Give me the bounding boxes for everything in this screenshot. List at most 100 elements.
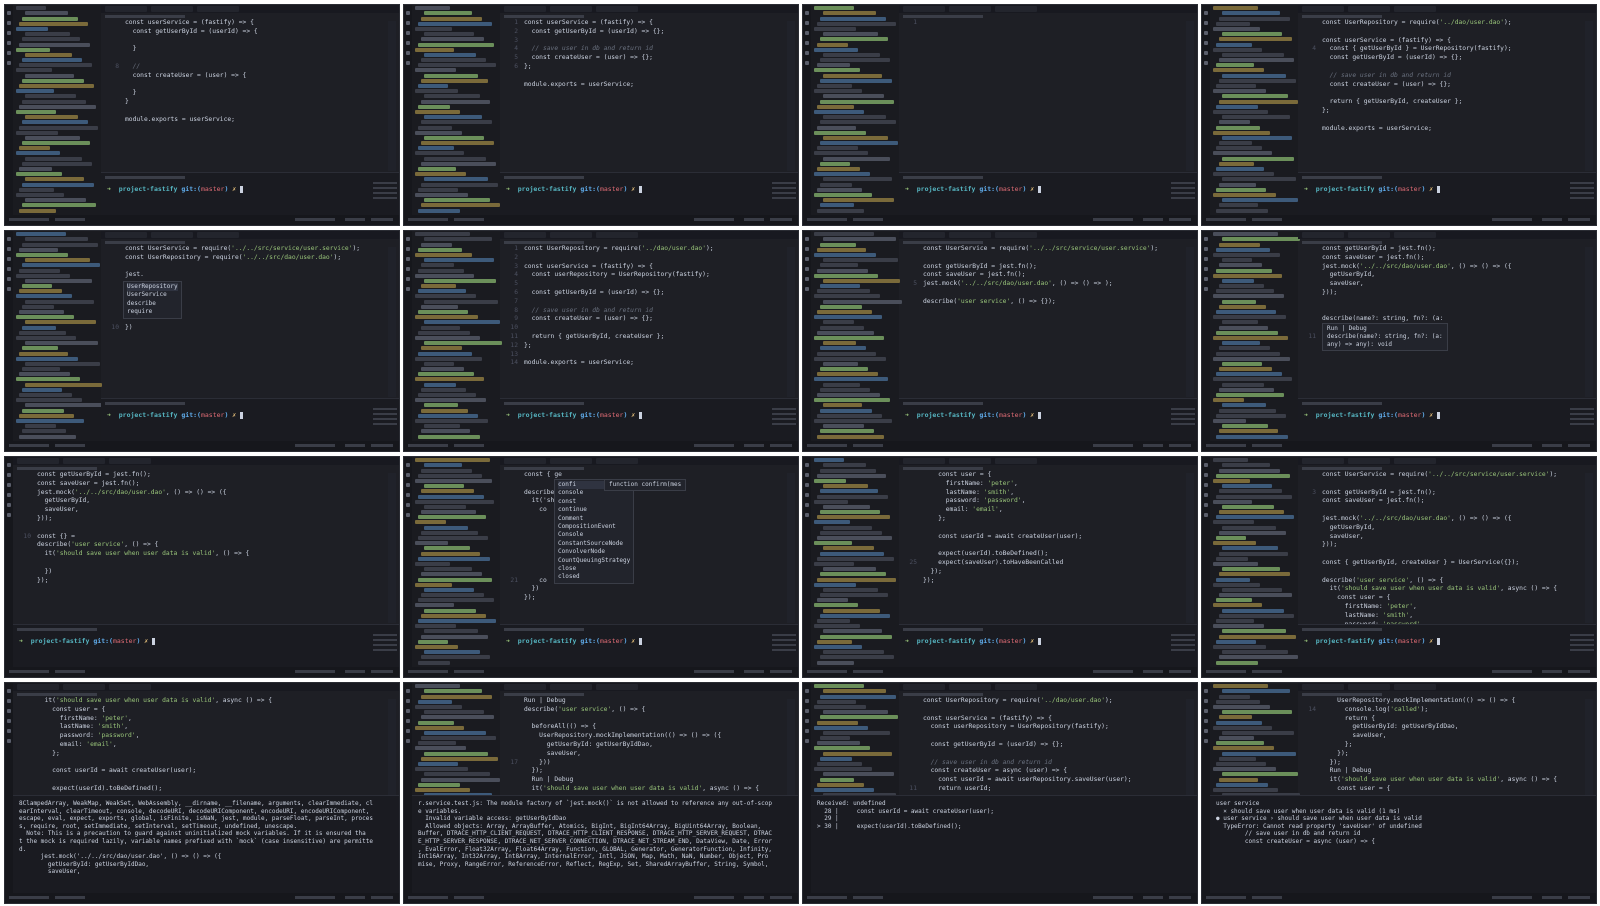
explorer-item[interactable] — [22, 182, 94, 187]
activity-icon[interactable] — [805, 493, 809, 497]
explorer-item[interactable] — [25, 52, 72, 57]
explorer-item[interactable] — [16, 89, 54, 94]
editor-tab[interactable] — [1348, 458, 1390, 464]
activity-icon[interactable] — [805, 719, 809, 723]
explorer-item[interactable] — [1222, 650, 1288, 655]
activity-icon[interactable] — [1204, 729, 1208, 733]
explorer-item[interactable] — [1222, 278, 1254, 283]
status-item[interactable] — [1492, 670, 1532, 673]
explorer-item[interactable] — [421, 715, 494, 720]
activity-icon[interactable] — [7, 513, 11, 517]
activity-icon[interactable] — [7, 257, 11, 261]
explorer-item[interactable] — [1213, 561, 1258, 566]
activity-icon[interactable] — [1204, 257, 1208, 261]
activity-icon[interactable] — [805, 287, 809, 291]
explorer-item[interactable] — [1219, 572, 1290, 577]
status-item[interactable] — [694, 218, 734, 221]
status-item[interactable] — [408, 444, 448, 447]
status-item[interactable] — [1169, 670, 1191, 673]
explorer-item[interactable] — [1219, 429, 1278, 434]
explorer-item[interactable] — [424, 629, 478, 634]
explorer-item[interactable] — [424, 730, 486, 735]
explorer-item[interactable] — [19, 84, 94, 88]
explorer-item[interactable] — [415, 151, 464, 156]
explorer-item[interactable] — [415, 520, 446, 525]
explorer-item[interactable] — [16, 232, 66, 237]
editor-tab[interactable] — [596, 458, 638, 464]
activity-icon[interactable] — [406, 483, 410, 487]
code-editor[interactable]: const user = { firstName: 'peter', lastN… — [899, 471, 1185, 625]
explorer-item[interactable] — [823, 730, 890, 735]
explorer-item[interactable] — [418, 515, 486, 520]
explorer-item[interactable] — [415, 273, 474, 278]
explorer-item[interactable] — [814, 561, 854, 566]
activity-icon[interactable] — [805, 31, 809, 35]
explorer-item[interactable] — [814, 725, 868, 730]
explorer-item[interactable] — [418, 84, 448, 88]
explorer-item[interactable] — [424, 320, 500, 325]
explorer-item[interactable] — [424, 73, 478, 78]
terminal-list-item[interactable] — [1570, 187, 1594, 189]
explorer-item[interactable] — [817, 146, 858, 151]
editor-tab[interactable] — [596, 684, 638, 690]
explorer-item[interactable] — [1213, 335, 1288, 340]
explorer-item[interactable] — [25, 258, 90, 263]
explorer-item[interactable] — [415, 746, 466, 751]
editor-tab[interactable] — [949, 6, 991, 12]
explorer-item[interactable] — [424, 525, 468, 530]
explorer-item[interactable] — [424, 403, 458, 408]
explorer-item[interactable] — [1222, 115, 1290, 120]
explorer-item[interactable] — [16, 252, 68, 257]
explorer-item[interactable] — [25, 361, 100, 366]
explorer-item[interactable] — [421, 325, 460, 330]
editor-tab[interactable] — [995, 232, 1037, 238]
explorer-item[interactable] — [820, 694, 896, 699]
explorer-item[interactable] — [1219, 182, 1256, 187]
explorer-item[interactable] — [1216, 639, 1256, 644]
explorer-item[interactable] — [1213, 151, 1272, 156]
explorer-item[interactable] — [1219, 408, 1276, 413]
explorer-item[interactable] — [19, 167, 52, 171]
status-item[interactable] — [770, 670, 792, 673]
activity-icon[interactable] — [7, 463, 11, 467]
explorer-item[interactable] — [820, 120, 896, 125]
editor-tab[interactable] — [63, 458, 105, 464]
explorer-item[interactable] — [814, 232, 874, 237]
activity-icon[interactable] — [406, 11, 410, 15]
explorer-item[interactable] — [1219, 655, 1298, 660]
explorer-item[interactable] — [1222, 198, 1298, 203]
status-item[interactable] — [1568, 896, 1590, 899]
explorer-item[interactable] — [415, 767, 468, 772]
explorer-item[interactable] — [814, 458, 844, 463]
explorer-item[interactable] — [1222, 710, 1292, 715]
explorer-item[interactable] — [820, 325, 864, 330]
explorer-item[interactable] — [22, 367, 60, 372]
activity-icon[interactable] — [1204, 709, 1208, 713]
status-item[interactable] — [1568, 444, 1590, 447]
explorer-item[interactable] — [1219, 58, 1294, 63]
activity-icon[interactable] — [805, 41, 809, 45]
code-editor[interactable]: const userService = (fastify) => { const… — [101, 19, 387, 173]
terminal-prompt[interactable]: ➜ project-fastify git:(master) ✗ — [1304, 637, 1441, 646]
explorer-item[interactable] — [1222, 567, 1280, 572]
explorer-item[interactable] — [1219, 78, 1296, 83]
explorer-item[interactable] — [1213, 624, 1264, 629]
terminal-list-item[interactable] — [1570, 644, 1594, 646]
explorer-item[interactable] — [817, 660, 854, 665]
activity-icon[interactable] — [805, 689, 809, 693]
explorer-item[interactable] — [1219, 161, 1254, 166]
explorer-item[interactable] — [814, 704, 866, 709]
activity-icon[interactable] — [7, 21, 11, 25]
activity-icon[interactable] — [406, 61, 410, 65]
terminal-list-item[interactable] — [373, 634, 397, 636]
explorer-item[interactable] — [421, 37, 484, 42]
editor-tab[interactable] — [903, 6, 945, 12]
activity-icon[interactable] — [7, 11, 11, 15]
explorer-item[interactable] — [421, 489, 474, 494]
explorer-item[interactable] — [22, 16, 78, 21]
explorer-item[interactable] — [823, 772, 894, 777]
explorer-item[interactable] — [1216, 556, 1248, 561]
activity-icon[interactable] — [805, 463, 809, 467]
explorer-item[interactable] — [1213, 294, 1284, 299]
status-item[interactable] — [55, 444, 85, 447]
